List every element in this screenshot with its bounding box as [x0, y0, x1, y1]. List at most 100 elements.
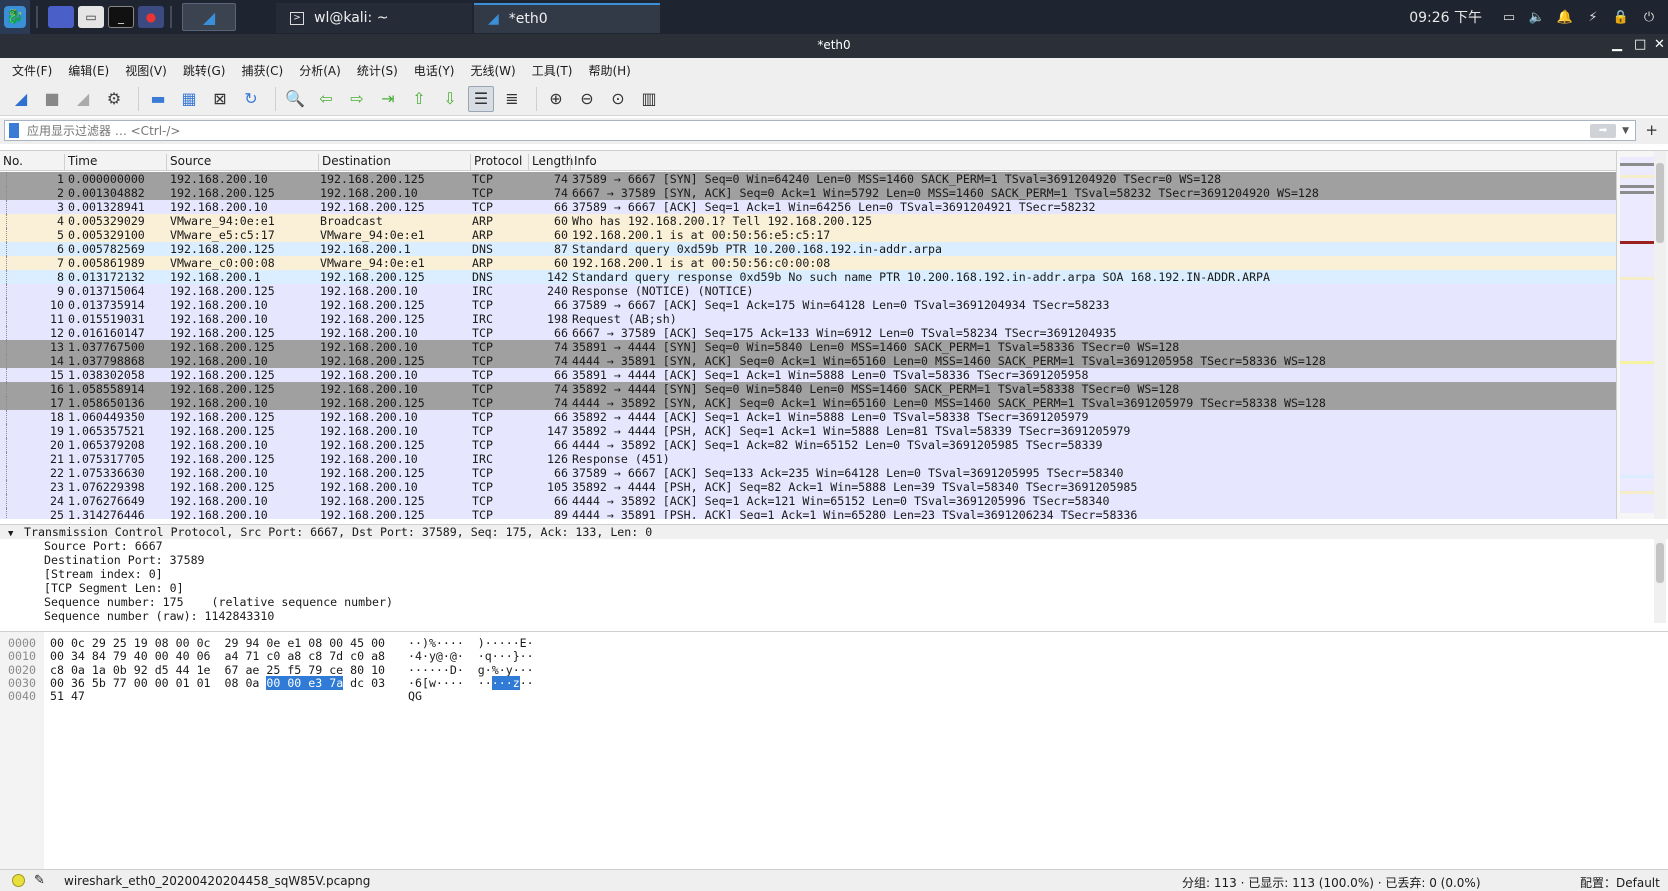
add-filter-button[interactable]: + [1645, 121, 1658, 139]
table-row[interactable]: 16 1.058558914 192.168.200.125 192.168.200.… [0, 382, 1616, 396]
menu-telephony[interactable]: 电话(Y) [408, 62, 461, 79]
table-row[interactable]: 23 1.076229398 192.168.200.125 192.168.200.… [0, 480, 1616, 494]
profile-selector[interactable]: 配置：Default [1580, 874, 1660, 891]
table-row[interactable]: 19 1.065357521 192.168.200.125 192.168.200.… [0, 424, 1616, 438]
zoom-reset-icon[interactable]: ⊙ [605, 86, 631, 112]
table-row[interactable]: 24 1.076276649 192.168.200.10 192.168.200.1… [0, 494, 1616, 508]
table-row[interactable]: 2 0.001304882 192.168.200.125 192.168.200.1… [0, 186, 1616, 200]
table-row[interactable]: 5 0.005329100 VMware_e5:c5:17 VMware_94:0e:… [0, 228, 1616, 242]
menu-view[interactable]: 视图(V) [119, 62, 173, 79]
close-icon[interactable]: ✕ [1654, 37, 1665, 52]
desktop-icon[interactable] [48, 6, 74, 28]
first-packet-icon[interactable]: ⇧ [406, 86, 432, 112]
apply-filter-button[interactable]: ➡ [1590, 123, 1617, 138]
clock[interactable]: 09:26 下午 [1409, 7, 1482, 27]
close-file-icon[interactable]: ⊠ [207, 86, 233, 112]
menu-statistics[interactable]: 统计(S) [351, 62, 404, 79]
column-protocol[interactable]: Protocol [470, 154, 528, 170]
expert-info-icon[interactable] [12, 874, 25, 887]
vertical-scrollbar[interactable] [1654, 151, 1666, 519]
menu-analyze[interactable]: 分析(A) [293, 62, 347, 79]
hex-bytes[interactable]: c8 0a 1a 0b 92 d5 44 1e 67 ae 25 f5 79 c… [50, 663, 385, 677]
table-row[interactable]: 1 0.000000000 192.168.200.10 192.168.200.12… [0, 172, 1616, 186]
hex-ascii[interactable]: ··)%···· )·····E· [408, 636, 534, 650]
zoom-out-icon[interactable]: ⊖ [574, 86, 600, 112]
wireshark-launcher[interactable]: ◢ [182, 3, 236, 31]
restart-capture-icon[interactable]: ◢ [70, 86, 96, 112]
hex-row[interactable]: 0000 00 0c 29 25 19 08 00 0c 29 94 0e e1 … [0, 636, 1000, 650]
display-filter-input[interactable] [27, 123, 1591, 138]
menu-go[interactable]: 跳转(G) [177, 62, 232, 79]
task-terminal[interactable]: > wl@kali: ~ [276, 3, 472, 33]
table-row[interactable]: 3 0.001328941 192.168.200.10 192.168.200.12… [0, 200, 1616, 214]
find-packet-icon[interactable]: 🔍 [282, 86, 308, 112]
maximize-icon[interactable]: □ [1634, 37, 1646, 52]
resize-columns-icon[interactable]: ▥ [636, 86, 662, 112]
menu-capture[interactable]: 捕获(C) [235, 62, 289, 79]
bookmark-icon[interactable] [9, 123, 19, 138]
hex-row[interactable]: 0040 51 47 QG [0, 689, 1000, 703]
hex-bytes[interactable]: 51 47 [50, 689, 85, 703]
hex-ascii[interactable]: QG [408, 689, 422, 703]
packet-list-scrollbar[interactable] [1616, 151, 1668, 519]
save-file-icon[interactable]: ▦ [176, 86, 202, 112]
detail-field[interactable]: Source Port: 6667 [0, 539, 1668, 553]
menu-wireless[interactable]: 无线(W) [465, 62, 522, 79]
file-manager-icon[interactable]: ▭ [78, 6, 104, 28]
table-row[interactable]: 20 1.065379208 192.168.200.10 192.168.200.1… [0, 438, 1616, 452]
hex-row[interactable]: 0020 c8 0a 1a 0b 92 d5 44 1e 67 ae 25 f5 … [0, 663, 1000, 677]
column-length[interactable]: Length [528, 154, 573, 170]
auto-scroll-icon[interactable]: ☰ [468, 85, 494, 112]
hex-ascii[interactable]: ·4·y@·@· ·q···}·· [408, 649, 534, 663]
display-icon[interactable]: ▭ [1502, 10, 1516, 25]
notification-bell-icon[interactable]: 🔔 [1557, 10, 1573, 25]
kali-menu-button[interactable]: 🐉 [0, 0, 30, 34]
volume-icon[interactable]: 🔈 [1529, 10, 1545, 25]
colorize-icon[interactable]: ≣ [499, 86, 525, 112]
hex-bytes[interactable]: 00 34 84 79 40 00 40 06 a4 71 c0 a8 c8 7… [50, 649, 385, 663]
go-forward-icon[interactable]: ⇨ [344, 86, 370, 112]
start-capture-icon[interactable]: ◢ [8, 86, 34, 112]
logout-icon[interactable]: ⏻ [1642, 10, 1656, 25]
recorder-icon[interactable]: ● [138, 6, 164, 28]
comment-edit-icon[interactable]: ✎ [34, 873, 45, 888]
menu-file[interactable]: 文件(F) [6, 62, 58, 79]
terminal-icon[interactable]: _ [108, 6, 134, 28]
minimize-icon[interactable]: ▁ [1612, 37, 1622, 52]
open-file-icon[interactable]: ▬ [145, 86, 171, 112]
table-row[interactable]: 18 1.060449350 192.168.200.125 192.168.200.… [0, 410, 1616, 424]
hex-bytes[interactable]: 00 36 5b 77 00 00 01 01 08 0a 00 00 e3 7… [50, 675, 385, 690]
menu-tools[interactable]: 工具(T) [526, 62, 579, 79]
capture-options-icon[interactable]: ⚙ [101, 86, 127, 112]
table-row[interactable]: 12 0.016160147 192.168.200.125 192.168.200.… [0, 326, 1616, 340]
menu-help[interactable]: 帮助(H) [582, 62, 636, 79]
scrollbar-thumb[interactable] [1656, 163, 1664, 243]
lock-icon[interactable]: 🔒 [1613, 10, 1629, 25]
table-row[interactable]: 21 1.075317705 192.168.200.125 192.168.200.… [0, 452, 1616, 466]
table-row[interactable]: 11 0.015519031 192.168.200.10 192.168.200.1… [0, 312, 1616, 326]
hex-ascii[interactable]: ·6[w···· ·····z·· [408, 675, 534, 690]
tcp-tree-node[interactable]: ▼ Transmission Control Protocol, Src Port… [0, 525, 1668, 539]
hex-ascii[interactable]: ······D· g·%·y··· [408, 663, 534, 677]
column-source[interactable]: Source [166, 154, 318, 170]
scrollbar-thumb[interactable] [1656, 543, 1664, 583]
go-back-icon[interactable]: ⇦ [313, 86, 339, 112]
reload-file-icon[interactable]: ↻ [238, 86, 264, 112]
table-row[interactable]: 22 1.075336630 192.168.200.10 192.168.200.1… [0, 466, 1616, 480]
table-row[interactable]: 14 1.037798868 192.168.200.10 192.168.200.1… [0, 354, 1616, 368]
zoom-in-icon[interactable]: ⊕ [543, 86, 569, 112]
detail-field[interactable]: [Stream index: 0] [0, 567, 1668, 581]
table-row[interactable]: 10 0.013735914 192.168.200.10 192.168.200.1… [0, 298, 1616, 312]
detail-field[interactable]: Sequence number: 175 (relative sequence … [0, 595, 1668, 609]
vertical-scrollbar[interactable] [1654, 527, 1666, 623]
table-row[interactable]: 13 1.037767500 192.168.200.125 192.168.200.… [0, 340, 1616, 354]
menu-edit[interactable]: 编辑(E) [62, 62, 115, 79]
column-destination[interactable]: Destination [318, 154, 470, 170]
detail-field[interactable]: Sequence number (raw): 1142843310 [0, 609, 1668, 623]
go-to-packet-icon[interactable]: ⇥ [375, 86, 401, 112]
task-wireshark[interactable]: ◢ *eth0 [474, 3, 660, 33]
chevron-down-icon[interactable]: ▼ [1622, 126, 1629, 136]
column-time[interactable]: Time [64, 154, 166, 170]
chevron-down-icon[interactable]: ▼ [8, 527, 24, 541]
table-row[interactable]: 9 0.013715064 192.168.200.125 192.168.200.1… [0, 284, 1616, 298]
